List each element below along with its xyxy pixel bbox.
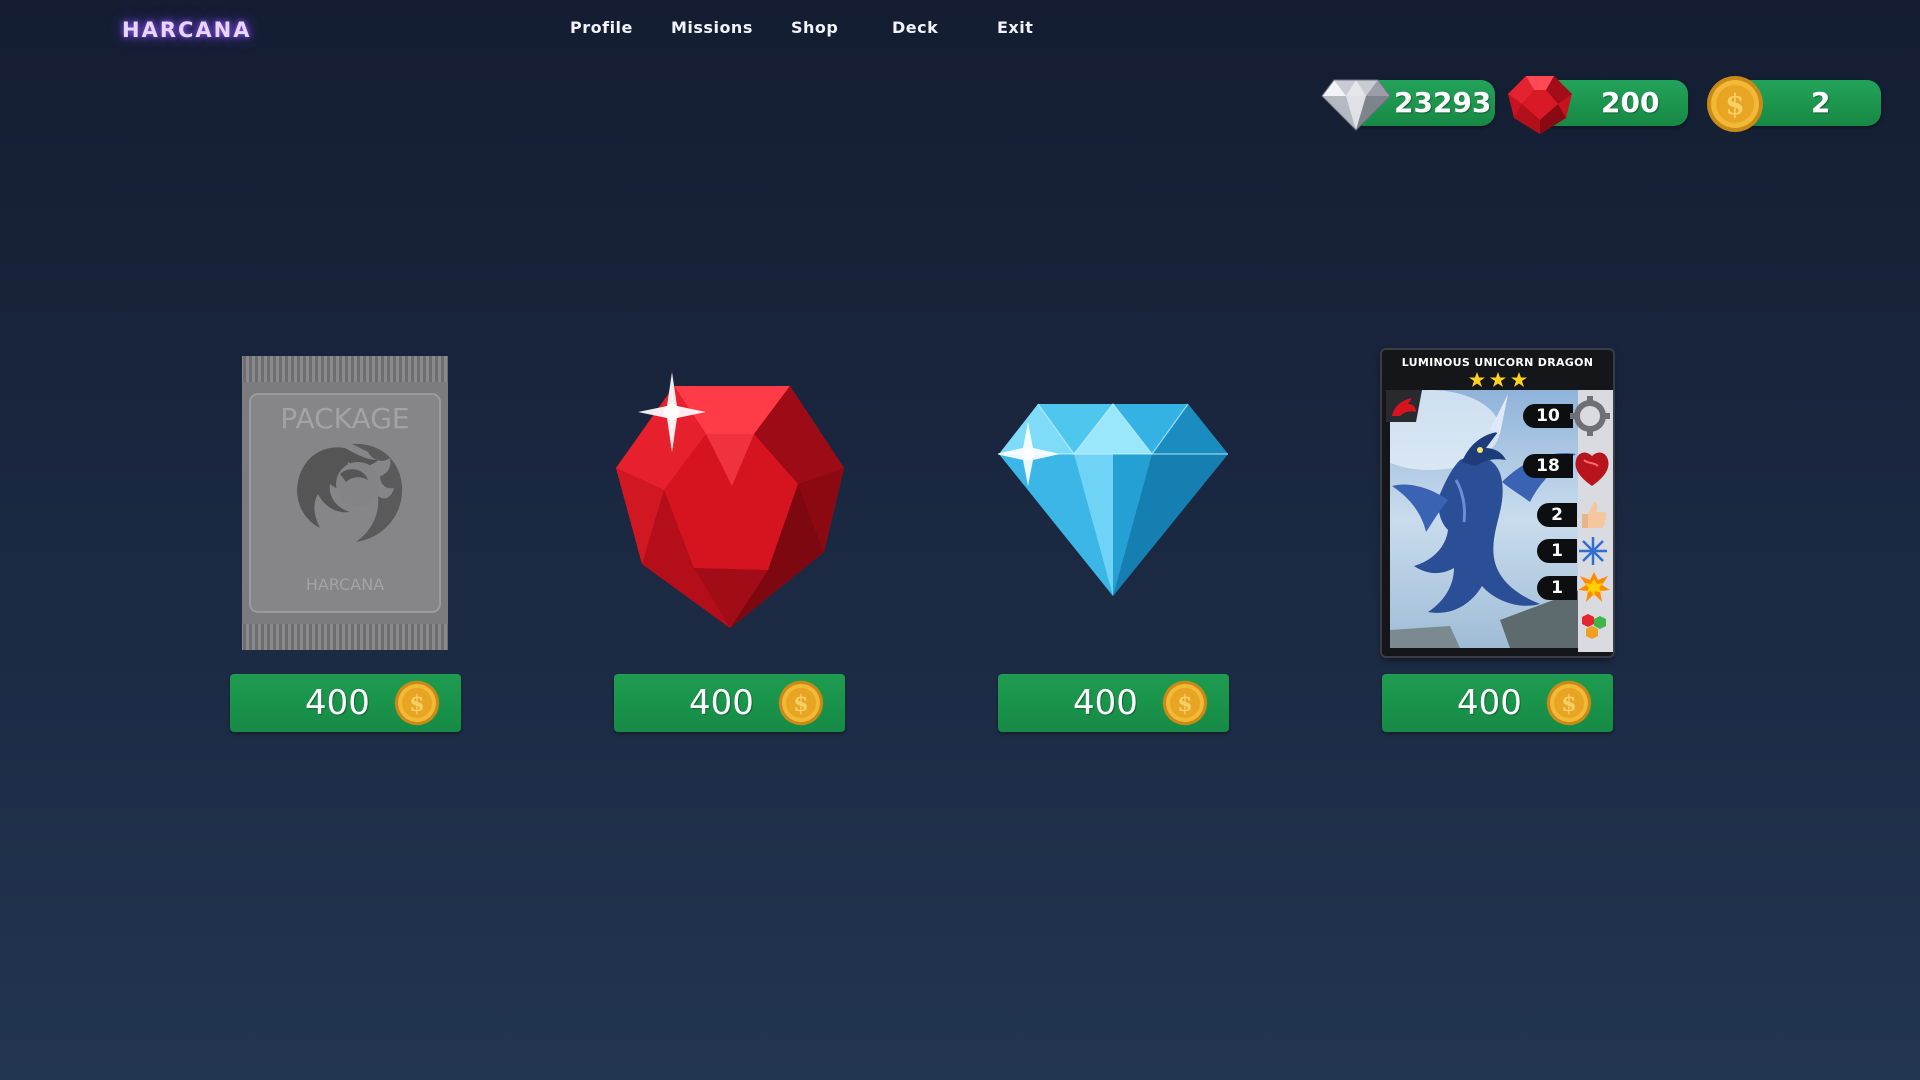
nav-missions[interactable]: Missions [671, 18, 753, 37]
dragon-emblem-icon [1386, 390, 1422, 422]
creature-card: LUMINOUS UNICORN DRAGON 10 18 2 1 1 [1382, 350, 1613, 656]
ruby-balance-value: 200 [1601, 86, 1660, 119]
stat-attack: 10 [1523, 404, 1573, 428]
nav-profile[interactable]: Profile [570, 18, 633, 37]
star-icon [1511, 372, 1527, 387]
buy-card-button[interactable]: 400 $ [1382, 674, 1613, 732]
price-label: 400 [305, 683, 370, 723]
buy-diamond-button[interactable]: 400 $ [998, 674, 1229, 732]
thumbs-up-icon [1582, 502, 1607, 528]
svg-text:$: $ [1561, 691, 1576, 717]
package-icon: PACKAGE HARCANA [242, 356, 448, 650]
stat-health: 18 [1523, 454, 1573, 478]
svg-text:$: $ [409, 691, 424, 717]
coin-icon: $ [1707, 76, 1763, 132]
package-brand: HARCANA [306, 575, 384, 594]
buy-package-button[interactable]: 400 $ [230, 674, 461, 732]
svg-text:$: $ [793, 691, 808, 717]
coin-icon: $ [1162, 680, 1208, 726]
stat-rating: 2 [1537, 503, 1577, 527]
coin-balance-value: 2 [1811, 86, 1831, 119]
heart-icon [1575, 452, 1609, 486]
star-icon [1469, 372, 1485, 387]
coin-icon: $ [778, 680, 824, 726]
price-label: 400 [689, 683, 754, 723]
svg-text:$: $ [1725, 88, 1744, 121]
diamond-icon [998, 403, 1228, 596]
snowflake-icon [1579, 537, 1607, 565]
coin-icon: $ [1546, 680, 1592, 726]
star-icon [1490, 372, 1506, 387]
nav-shop[interactable]: Shop [791, 18, 838, 37]
ruby-icon [1508, 76, 1572, 134]
price-label: 400 [1457, 683, 1522, 723]
gear-icon [1570, 396, 1610, 436]
elements-icon [1582, 614, 1606, 639]
stat-ice: 1 [1537, 539, 1577, 563]
nav-exit[interactable]: Exit [997, 18, 1033, 37]
package-label: PACKAGE [280, 402, 409, 435]
buy-ruby-button[interactable]: 400 $ [614, 674, 845, 732]
card-title: LUMINOUS UNICORN DRAGON [1401, 356, 1594, 369]
star-rating [1469, 372, 1527, 387]
nav-deck[interactable]: Deck [892, 18, 938, 37]
diamond-icon [1321, 79, 1391, 131]
explosion-icon [1578, 572, 1610, 602]
svg-text:$: $ [1177, 691, 1192, 717]
price-label: 400 [1073, 683, 1138, 723]
game-logo: HARCANA [122, 18, 252, 42]
coin-icon: $ [394, 680, 440, 726]
diamond-balance-value: 23293 [1394, 86, 1492, 119]
ruby-icon [616, 372, 844, 628]
stat-fire: 1 [1537, 576, 1577, 600]
